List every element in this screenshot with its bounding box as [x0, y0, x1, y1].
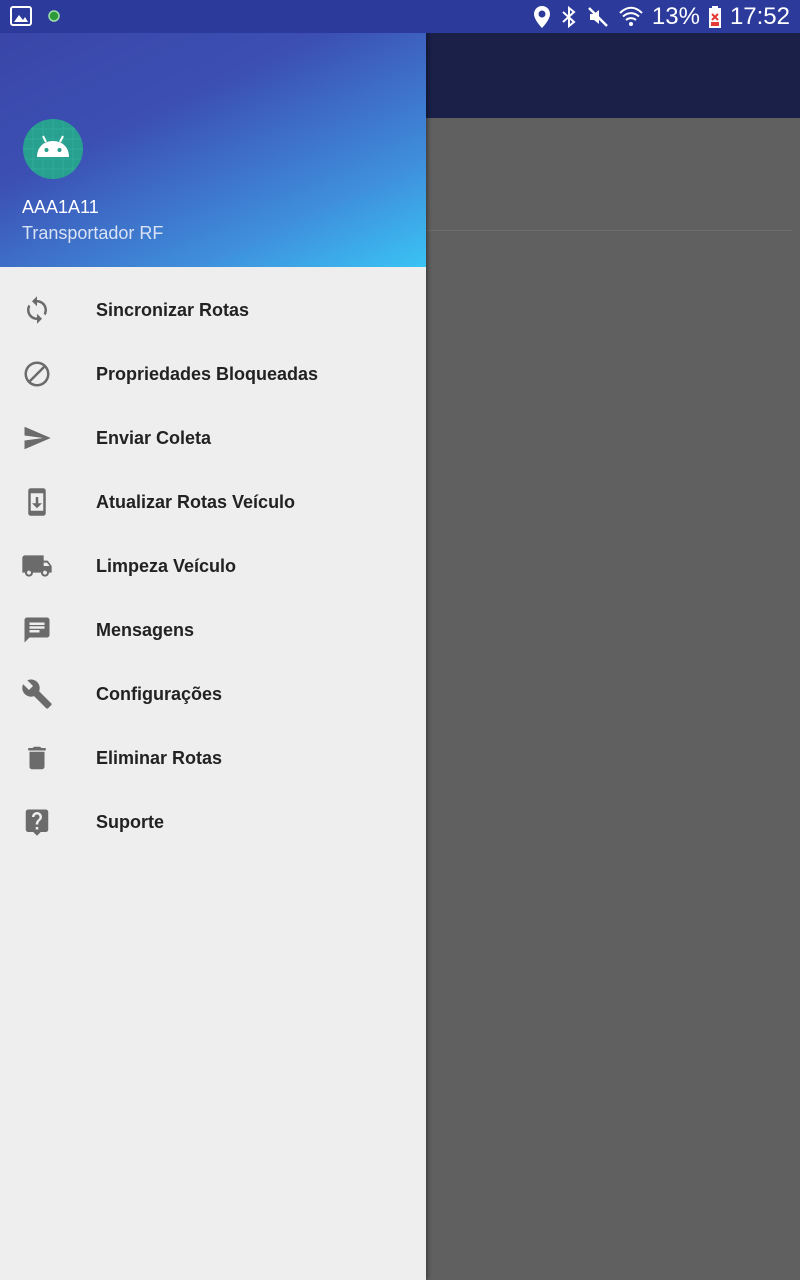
- trash-icon: [21, 742, 53, 774]
- menu-label: Mensagens: [96, 619, 195, 640]
- send-icon: [21, 422, 53, 454]
- menu-label: Suporte: [96, 811, 165, 832]
- menu-item-configuracoes[interactable]: Configurações: [0, 662, 426, 726]
- wrench-icon: [21, 678, 53, 710]
- menu-label: Eliminar Rotas: [96, 747, 223, 768]
- battery-icon: [708, 5, 722, 29]
- green-dot-icon: [48, 10, 60, 22]
- drawer-menu: Sincronizar Rotas Propriedades Bloqueada…: [0, 267, 426, 854]
- content-divider: [426, 230, 792, 231]
- menu-label: Atualizar Rotas Veículo: [96, 491, 296, 512]
- header-title: AAA1A11: [22, 197, 99, 217]
- menu-item-suporte[interactable]: Suporte: [0, 790, 426, 854]
- menu-item-mensagens[interactable]: Mensagens: [0, 598, 426, 662]
- drawer-header: AAA1A11 Transportador RF: [0, 33, 426, 267]
- menu-label: Enviar Coleta: [96, 427, 212, 448]
- menu-label: Sincronizar Rotas: [96, 299, 250, 320]
- location-icon: [532, 5, 552, 29]
- menu-item-enviar-coleta[interactable]: Enviar Coleta: [0, 406, 426, 470]
- android-icon: [23, 119, 83, 179]
- menu-label: Configurações: [96, 683, 223, 704]
- phone-download-icon: [21, 486, 53, 518]
- block-icon: [21, 358, 53, 390]
- wifi-icon: [618, 5, 644, 29]
- gallery-icon: [10, 6, 32, 26]
- message-icon: [21, 614, 53, 646]
- bluetooth-icon: [560, 5, 578, 29]
- menu-item-eliminar-rotas[interactable]: Eliminar Rotas: [0, 726, 426, 790]
- status-bar: 13% 17:52: [0, 0, 800, 33]
- mute-icon: [586, 5, 610, 29]
- menu-label: Limpeza Veículo: [96, 555, 237, 576]
- menu-item-propriedades-bloqueadas[interactable]: Propriedades Bloqueadas: [0, 342, 426, 406]
- menu-item-atualizar-rotas-veiculo[interactable]: Atualizar Rotas Veículo: [0, 470, 426, 534]
- help-icon: [21, 806, 53, 838]
- navigation-drawer: AAA1A11 Transportador RF Sincronizar Rot…: [0, 33, 426, 1280]
- battery-percent: 13%: [651, 2, 700, 30]
- clock: 17:52: [729, 2, 790, 30]
- menu-item-sincronizar-rotas[interactable]: Sincronizar Rotas: [0, 278, 426, 342]
- truck-icon: [21, 550, 53, 582]
- sync-icon: [21, 294, 53, 326]
- menu-label: Propriedades Bloqueadas: [96, 363, 319, 384]
- menu-item-limpeza-veiculo[interactable]: Limpeza Veículo: [0, 534, 426, 598]
- header-subtitle: Transportador RF: [22, 223, 164, 243]
